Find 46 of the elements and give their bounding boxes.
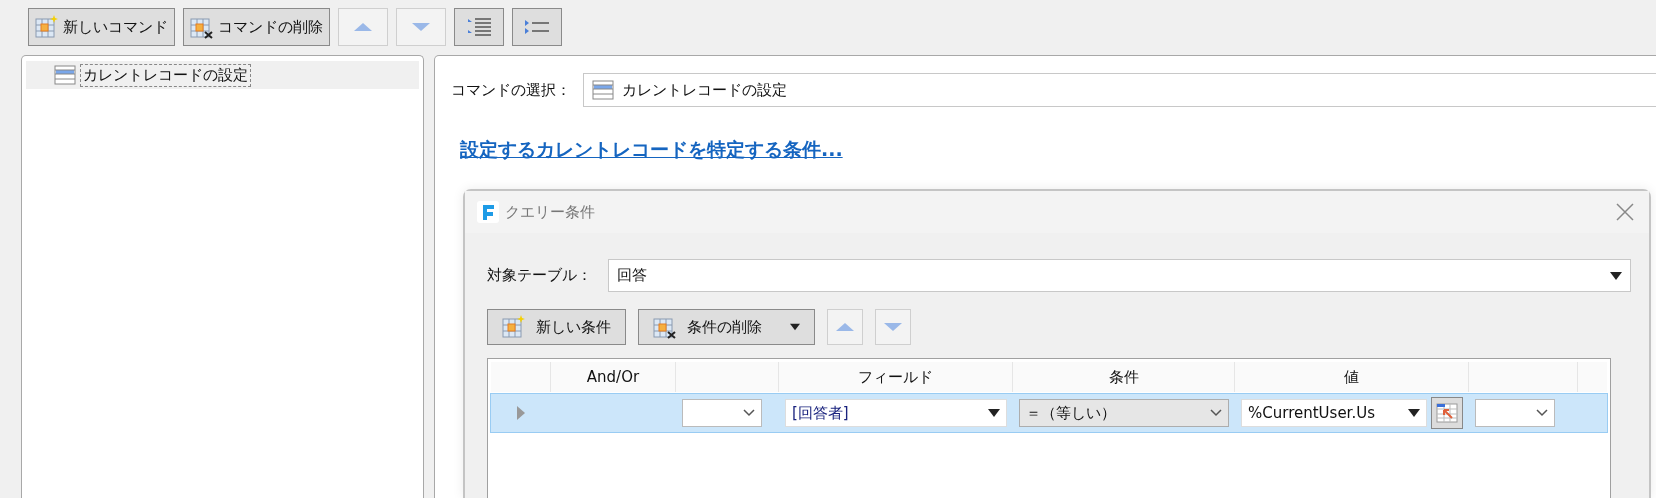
column-header: 条件 [1013,362,1235,392]
caret-icon [1408,409,1420,417]
new-grid-icon [35,15,59,39]
down-arrow-icon [411,22,431,32]
chevron-icon [1210,409,1222,417]
caret-icon [1610,271,1622,280]
outdent-icon [523,17,551,37]
delete-grid-icon [190,15,214,39]
column-header: フィールド [779,362,1013,392]
caret-icon [988,409,1000,417]
new-grid-icon [502,315,526,339]
up-arrow-icon [353,22,373,32]
target-table-label: 対象テーブル： [487,266,592,285]
target-table-select[interactable]: 回答 [608,259,1631,292]
command-select[interactable]: カレントレコードの設定 [583,73,1656,107]
condition-button[interactable]: 新しい条件 [487,309,626,345]
delete-grid-icon [653,315,677,339]
condition-link[interactable]: 設定するカレントレコードを特定する条件... [460,137,843,163]
column-header: And/Or [551,362,676,392]
current-row-icon [517,406,525,420]
chevron-icon [743,409,755,417]
value-dropdown[interactable]: %CurrentUser.Us [1241,399,1427,427]
up-arrow-icon [835,322,855,332]
table-icon [592,80,614,100]
toolbar-button[interactable]: 新しいコマンド [28,8,175,46]
tree-item[interactable]: カレントレコードの設定 [80,63,251,87]
chevron-icon [1536,409,1548,417]
row-header-corner [491,362,551,392]
down-arrow-icon [883,322,903,332]
combo-box[interactable] [682,399,762,427]
condition-select[interactable]: ＝（等しい） [1019,399,1229,427]
toolbar-icon-button[interactable] [454,8,504,46]
dialog-title: クエリー条件 [505,202,595,222]
field-dropdown[interactable]: [回答者] [785,399,1007,427]
condition-row[interactable]: [回答者] ＝（等しい） %CurrentUser.Us [490,393,1608,433]
command-select-label: コマンドの選択： [451,80,571,100]
toolbar-icon-button[interactable] [512,8,562,46]
combo-box[interactable] [1475,399,1555,427]
app-logo-icon [477,201,499,223]
condition-button[interactable]: 条件の削除 [638,309,815,345]
column-header: 値 [1235,362,1469,392]
table-icon [54,65,76,85]
indent-icon [465,17,493,37]
table-picker-button[interactable] [1431,397,1463,429]
header-filler [1578,362,1607,392]
toolbar-button[interactable]: コマンドの削除 [183,8,330,46]
